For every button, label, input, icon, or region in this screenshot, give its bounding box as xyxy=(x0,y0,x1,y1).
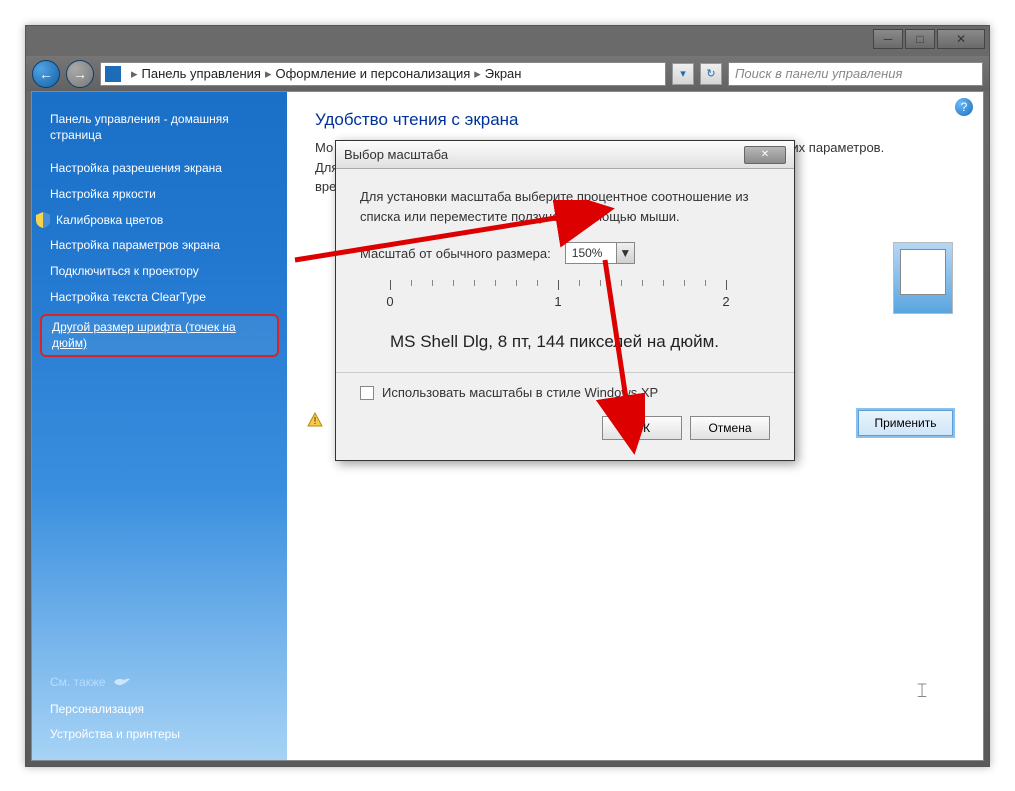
sidebar-link-calibration[interactable]: Калибровка цветов xyxy=(32,207,287,233)
preview-thumbnail xyxy=(893,242,953,314)
apply-button[interactable]: Применить xyxy=(858,410,953,436)
dialog-title: Выбор масштаба xyxy=(344,147,448,162)
ok-button[interactable]: ОК xyxy=(602,416,682,440)
sample-text: MS Shell Dlg, 8 пт, 144 пикселей на дюйм… xyxy=(390,332,770,352)
sidebar-footer-devices[interactable]: Устройства и принтеры xyxy=(50,722,269,748)
page-title: Удобство чтения с экрана xyxy=(315,110,955,130)
cancel-button[interactable]: Отмена xyxy=(690,416,770,440)
breadcrumb-item[interactable]: Оформление и персонализация xyxy=(276,66,471,81)
svg-text:!: ! xyxy=(314,416,317,427)
scale-label: Масштаб от обычного размера: xyxy=(360,246,551,261)
sidebar-link-label: Калибровка цветов xyxy=(56,213,163,229)
divider xyxy=(336,372,794,373)
toolbar: ← → ▸ Панель управления ▸ Оформление и п… xyxy=(26,56,989,91)
dialog-description: Для установки масштаба выберите процентн… xyxy=(360,187,770,226)
ruler-label: 2 xyxy=(722,294,729,309)
sidebar-link-display-settings[interactable]: Настройка параметров экрана xyxy=(32,233,287,259)
address-bar[interactable]: ▸ Панель управления ▸ Оформление и персо… xyxy=(100,62,666,86)
warning-icon: ! xyxy=(307,412,323,428)
refresh-button[interactable]: ↻ xyxy=(700,63,722,85)
bird-icon xyxy=(112,675,130,689)
ruler-label: 0 xyxy=(386,294,393,309)
see-also-heading: См. также xyxy=(50,675,269,689)
forward-button[interactable]: → xyxy=(66,60,94,88)
sidebar-link-custom-dpi[interactable]: Другой размер шрифта (точек на дюйм) xyxy=(40,314,279,357)
sidebar-link-resolution[interactable]: Настройка разрешения экрана xyxy=(32,156,287,182)
ruler-label: 1 xyxy=(554,294,561,309)
control-panel-icon xyxy=(105,66,121,82)
sidebar-footer-personalization[interactable]: Персонализация xyxy=(50,697,269,723)
back-button[interactable]: ← xyxy=(32,60,60,88)
breadcrumb-item[interactable]: Панель управления xyxy=(142,66,261,81)
search-input[interactable]: Поиск в панели управления xyxy=(728,62,983,86)
sidebar-home-link[interactable]: Панель управления - домашняя страница xyxy=(32,107,287,148)
sidebar-link-projector[interactable]: Подключиться к проектору xyxy=(32,259,287,285)
xp-style-checkbox[interactable] xyxy=(360,386,374,400)
scale-value: 150% xyxy=(572,246,603,260)
sidebar: Панель управления - домашняя страница На… xyxy=(32,92,287,760)
breadcrumb-item[interactable]: Экран xyxy=(485,66,522,81)
shield-icon xyxy=(36,212,50,228)
dropdown-button[interactable]: ▾ xyxy=(672,63,694,85)
chevron-down-icon: ▼ xyxy=(616,243,634,263)
dialog-titlebar[interactable]: Выбор масштаба ✕ xyxy=(336,141,794,169)
scale-select[interactable]: 150% ▼ xyxy=(565,242,635,264)
dialog-close-button[interactable]: ✕ xyxy=(744,146,786,164)
search-placeholder: Поиск в панели управления xyxy=(735,66,902,81)
scale-dialog: Выбор масштаба ✕ Для установки масштаба … xyxy=(335,140,795,461)
close-button[interactable]: ✕ xyxy=(937,29,985,49)
sidebar-link-brightness[interactable]: Настройка яркости xyxy=(32,182,287,208)
ruler[interactable]: 0 1 2 xyxy=(360,276,770,326)
text-cursor-icon: 𝙸 xyxy=(915,680,929,703)
checkbox-label: Использовать масштабы в стиле Windows XP xyxy=(382,385,658,400)
minimize-button[interactable]: ─ xyxy=(873,29,903,49)
sidebar-link-cleartype[interactable]: Настройка текста ClearType xyxy=(32,285,287,311)
help-icon[interactable]: ? xyxy=(955,98,973,116)
maximize-button[interactable]: □ xyxy=(905,29,935,49)
titlebar: ─ □ ✕ xyxy=(26,26,989,56)
